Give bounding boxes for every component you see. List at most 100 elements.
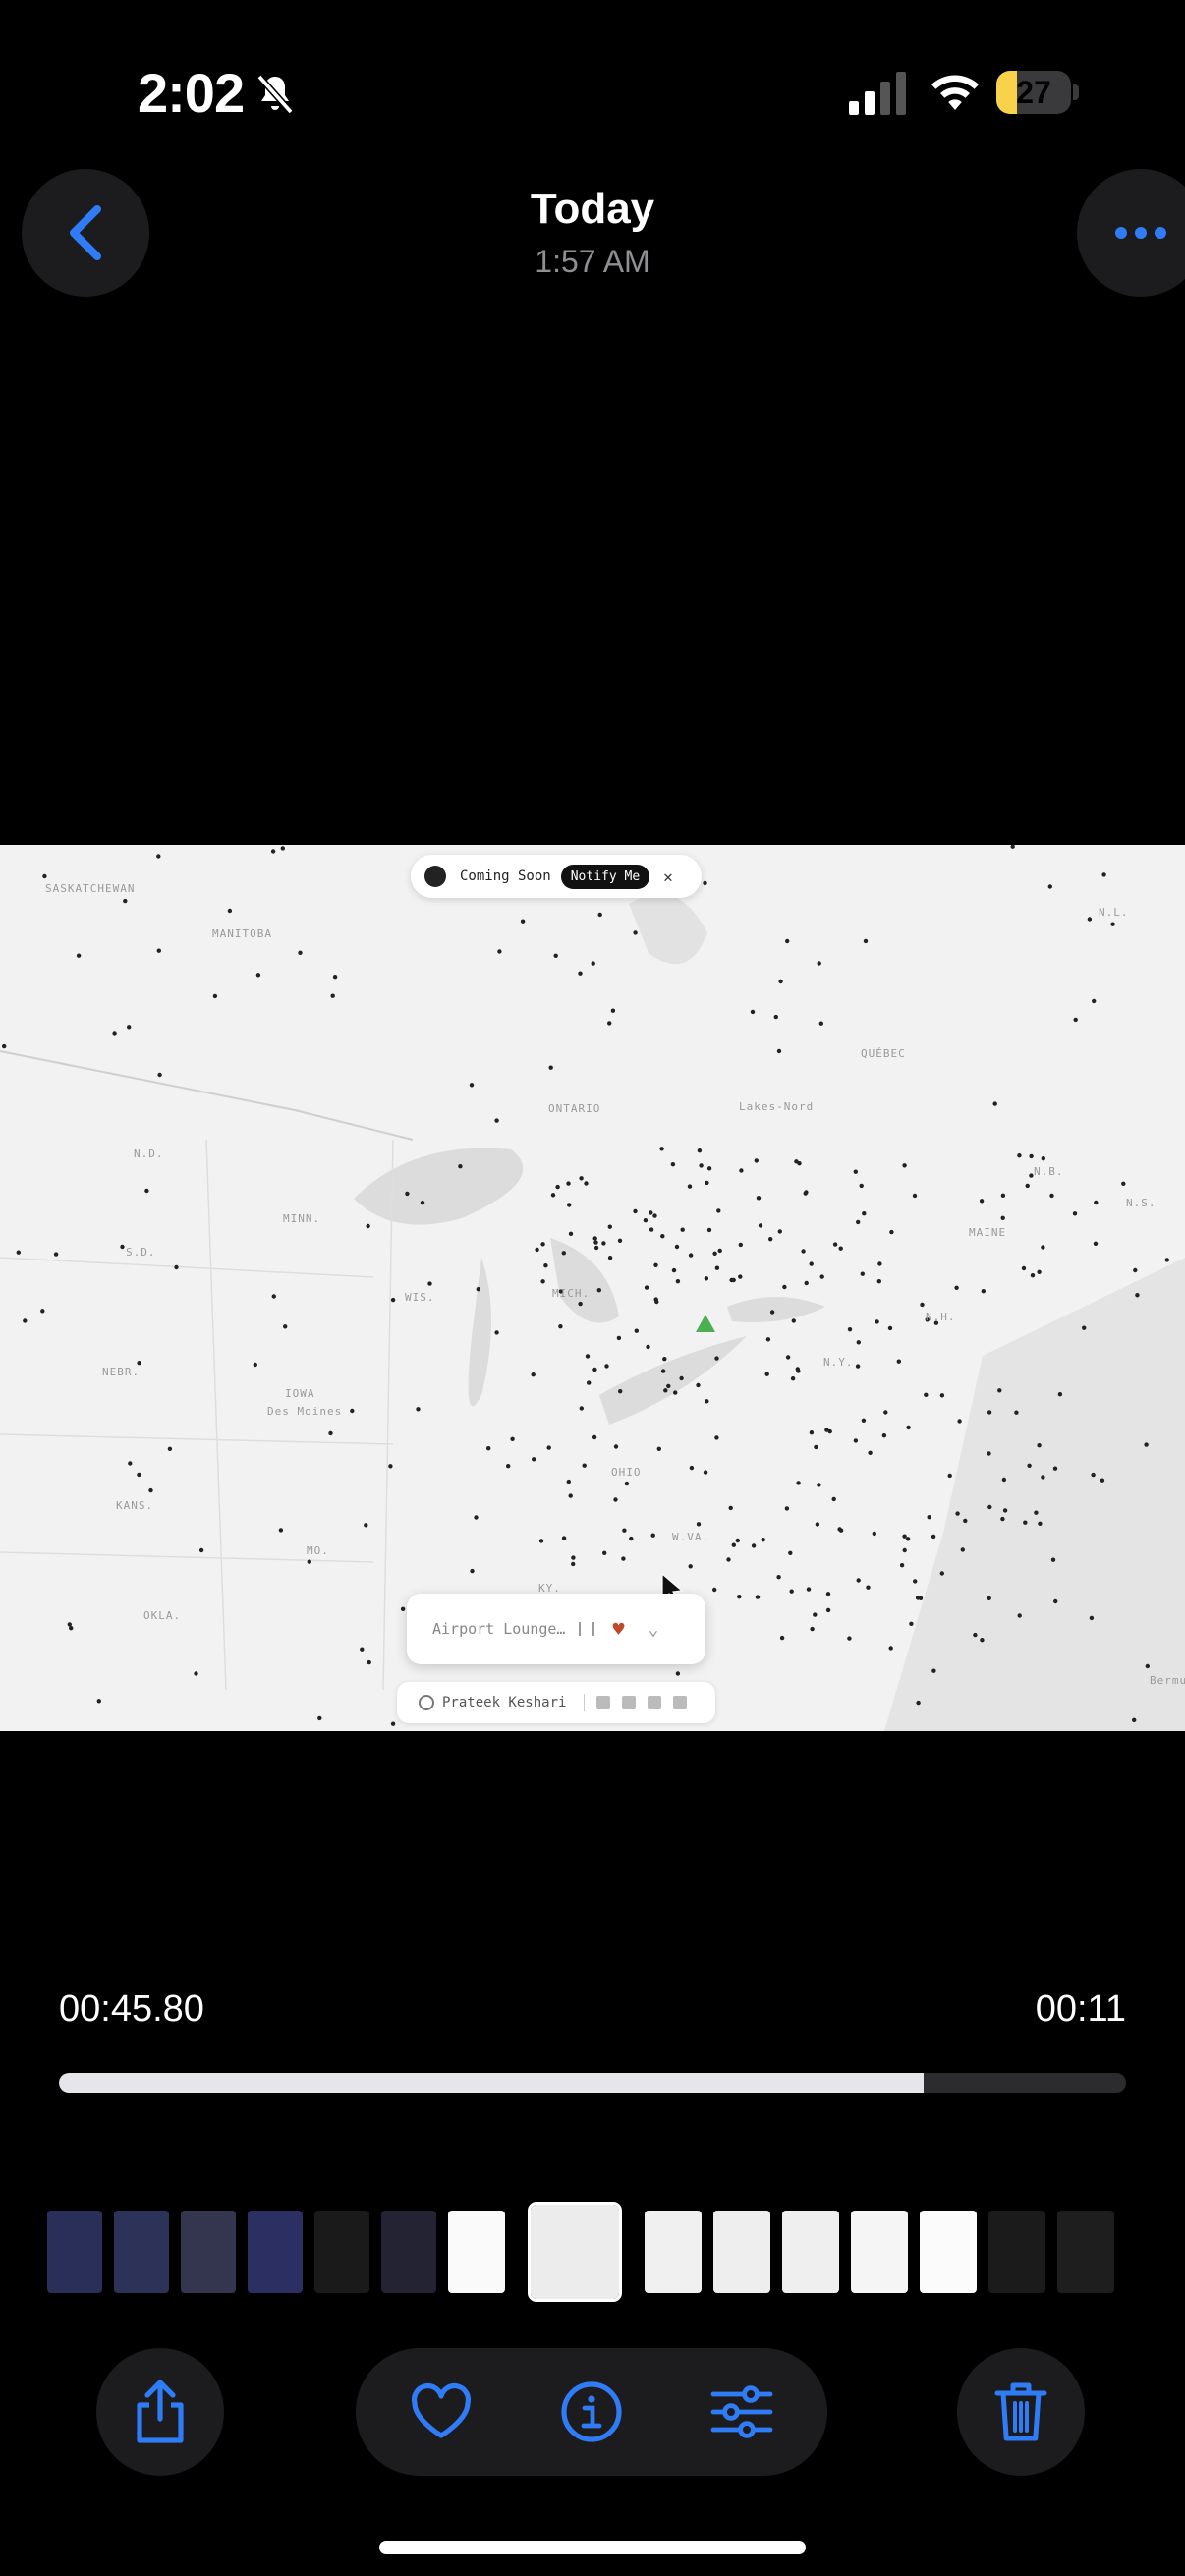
filmstrip-thumb[interactable] xyxy=(181,2211,236,2293)
actions-group xyxy=(356,2348,827,2476)
map-dot xyxy=(992,1101,997,1106)
total-time: 00:11 xyxy=(1035,1988,1126,2030)
map-dot xyxy=(613,1497,618,1502)
map-dot xyxy=(662,1357,667,1362)
map-dot xyxy=(1000,1516,1005,1522)
filmstrip-thumb[interactable] xyxy=(381,2211,436,2293)
heart-icon[interactable]: ♥ xyxy=(612,1617,624,1641)
map-dot xyxy=(76,953,82,958)
lounge-card[interactable]: Airport Lounge… ♥ ⌄ xyxy=(407,1594,705,1664)
map-dot xyxy=(1017,1153,1022,1158)
linkedin-icon[interactable] xyxy=(648,1696,662,1709)
map-label: N.L. xyxy=(1099,906,1129,919)
map-dot xyxy=(863,938,869,944)
map-dot xyxy=(618,1389,623,1394)
map-dot xyxy=(714,1356,719,1361)
map-dot xyxy=(832,1242,838,1247)
delete-button[interactable] xyxy=(957,2348,1085,2476)
map-dot xyxy=(1021,1265,1027,1271)
map-dot xyxy=(1110,922,1115,926)
map-dot xyxy=(856,1219,861,1225)
filmstrip-thumb[interactable] xyxy=(782,2211,839,2293)
map-dot xyxy=(817,1483,821,1487)
notify-me-button[interactable]: Notify Me xyxy=(560,864,650,889)
map-dot xyxy=(364,1523,368,1528)
filmstrip-thumb[interactable] xyxy=(713,2211,770,2293)
filmstrip-thumb[interactable] xyxy=(248,2211,303,2293)
battery-level: 27 xyxy=(1016,75,1051,110)
favorite-button[interactable] xyxy=(377,2348,505,2476)
map-label: SASKATCHEWAN xyxy=(45,882,136,895)
filmstrip-thumb[interactable] xyxy=(47,2211,102,2293)
map-dot xyxy=(601,1241,606,1246)
map-dot xyxy=(1121,1181,1126,1186)
map-label: QUÉBEC xyxy=(861,1047,906,1060)
map-dot xyxy=(470,1568,475,1574)
map-dot xyxy=(416,1407,421,1412)
map-dot xyxy=(644,1285,649,1290)
scrubber[interactable] xyxy=(59,2073,1126,2093)
map-dot xyxy=(696,1382,701,1388)
map-dot xyxy=(675,1671,681,1676)
map-dot xyxy=(796,1481,801,1485)
mail-icon[interactable] xyxy=(673,1696,688,1709)
map-dot xyxy=(568,1231,574,1236)
filmstrip-thumb[interactable] xyxy=(448,2211,505,2293)
filmstrip-thumb[interactable] xyxy=(920,2211,977,2293)
map-dot xyxy=(566,1181,571,1186)
map-dot xyxy=(568,1493,573,1498)
chevron-down-icon[interactable]: ⌄ xyxy=(649,1619,659,1640)
map-dot xyxy=(1038,1521,1043,1526)
map-dot xyxy=(579,1176,584,1181)
map-dot xyxy=(883,1410,888,1415)
filmstrip-thumb-selected[interactable] xyxy=(528,2202,622,2302)
map-dot xyxy=(751,1543,757,1548)
globe-icon xyxy=(419,1695,434,1710)
map-dot xyxy=(1092,998,1097,1004)
close-icon[interactable]: ✕ xyxy=(663,868,673,886)
map-dot xyxy=(980,1638,985,1643)
map-dot xyxy=(607,1256,613,1260)
elapsed-time: 00:45.80 xyxy=(59,1988,204,2030)
map-dot xyxy=(853,1438,859,1443)
map-dot xyxy=(714,1265,720,1270)
map-dot xyxy=(494,1330,499,1335)
map-dot xyxy=(717,1248,722,1254)
adjust-button[interactable] xyxy=(678,2348,806,2476)
map-dot xyxy=(902,1163,907,1168)
info-button[interactable] xyxy=(528,2348,655,2476)
map-dot xyxy=(194,1671,198,1676)
map-dot xyxy=(656,1446,661,1451)
map-dot xyxy=(400,1606,406,1611)
map-dot xyxy=(157,1072,162,1078)
filmstrip-thumb[interactable] xyxy=(645,2211,702,2293)
x-icon[interactable] xyxy=(622,1696,637,1709)
map-dot xyxy=(927,1515,931,1520)
map-dot xyxy=(963,1518,968,1524)
filmstrip-thumb[interactable] xyxy=(1057,2211,1114,2293)
filmstrip[interactable] xyxy=(0,2202,1185,2302)
map-dot xyxy=(650,1533,655,1538)
media-viewer[interactable]: SASKATCHEWAN MANITOBA ONTARIO QUÉBEC N.L… xyxy=(0,845,1185,1731)
credit-bar: Prateek Keshari xyxy=(397,1682,715,1723)
filmstrip-thumb[interactable] xyxy=(988,2211,1045,2293)
filmstrip-thumb[interactable] xyxy=(851,2211,908,2293)
map-dot xyxy=(1014,1410,1019,1415)
map-dot xyxy=(801,1249,806,1254)
share-button[interactable] xyxy=(96,2348,224,2476)
map-dot xyxy=(758,1223,763,1228)
map-dot xyxy=(1053,1598,1058,1604)
map-dot xyxy=(706,1166,712,1171)
filmstrip-thumb[interactable] xyxy=(314,2211,369,2293)
heart-icon xyxy=(411,2382,472,2438)
map-dot xyxy=(697,1148,703,1153)
filmstrip-thumb[interactable] xyxy=(114,2211,169,2293)
lounge-card-label: Airport Lounge… xyxy=(432,1620,566,1638)
map-dot xyxy=(889,1229,894,1235)
coming-soon-banner: Coming Soon Notify Me ✕ xyxy=(411,855,702,898)
github-icon[interactable] xyxy=(596,1696,611,1709)
map-dot xyxy=(1034,1510,1039,1515)
trash-icon xyxy=(994,2382,1047,2441)
map-dot xyxy=(987,1451,991,1456)
map-dot xyxy=(888,1646,893,1651)
